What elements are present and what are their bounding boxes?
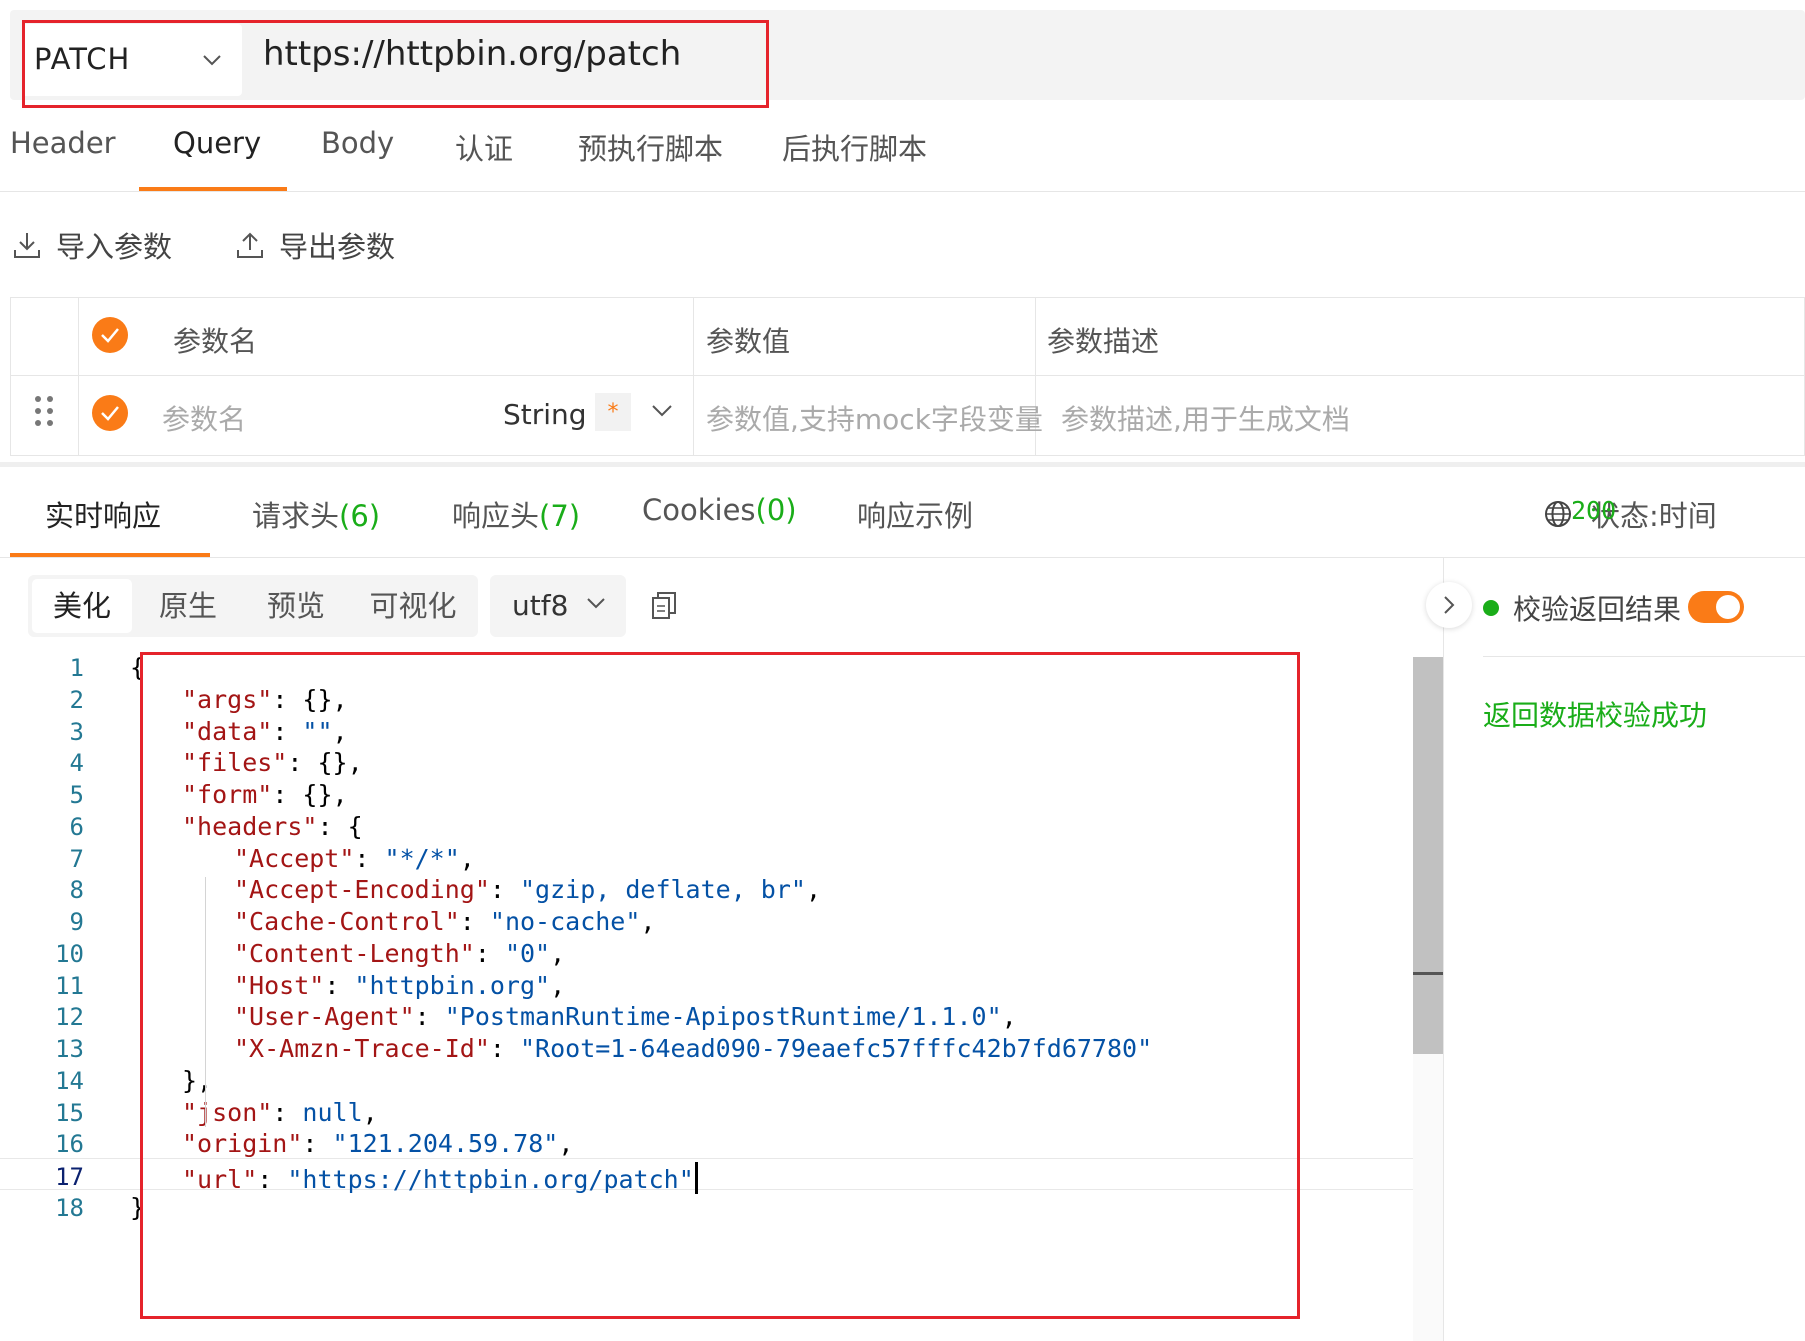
line-number: 17 bbox=[55, 1163, 84, 1191]
line-number: 10 bbox=[55, 939, 84, 968]
chevron-down-icon bbox=[587, 598, 605, 609]
line-number: 15 bbox=[55, 1098, 84, 1127]
import-params-label: 导入参数 bbox=[56, 230, 173, 264]
tab-label: 响应头 bbox=[452, 499, 540, 533]
line-number: 12 bbox=[55, 1003, 84, 1032]
view-mode-switch: 美化 原生 预览 可视化 bbox=[28, 575, 478, 637]
required-toggle[interactable]: * bbox=[595, 393, 631, 431]
line-number: 13 bbox=[55, 1035, 84, 1063]
tab-body[interactable]: Body bbox=[321, 126, 394, 160]
line-number: 5 bbox=[69, 781, 84, 809]
line-number: 8 bbox=[69, 876, 84, 905]
status-dot bbox=[1483, 600, 1499, 616]
response-tabs: 实时响应 请求头(6) 响应头(7) Cookies(0) 响应示例 状态: 2… bbox=[0, 476, 1805, 558]
encoding-value: utf8 bbox=[512, 589, 569, 622]
line-number: 14 bbox=[55, 1066, 84, 1095]
export-params-label: 导出参数 bbox=[279, 230, 396, 264]
editor-scrollbar-thumb[interactable] bbox=[1413, 657, 1443, 1054]
tab-post-script[interactable]: 后执行脚本 bbox=[782, 126, 927, 168]
column-header-desc: 参数描述 bbox=[1047, 325, 1160, 358]
params-row: 参数名 String * 参数值,支持mock字段变量 参数描述,用于生成文档 bbox=[11, 376, 1804, 454]
param-name-input[interactable]: 参数名 bbox=[162, 398, 246, 438]
param-desc-input[interactable]: 参数描述,用于生成文档 bbox=[1061, 398, 1350, 438]
panel-splitter[interactable] bbox=[0, 462, 1805, 467]
copy-icon[interactable] bbox=[650, 590, 678, 622]
tab-cookies[interactable]: Cookies(0) bbox=[642, 493, 797, 527]
tab-pre-script[interactable]: 预执行脚本 bbox=[578, 126, 723, 168]
count-badge: (6) bbox=[339, 499, 381, 533]
divider bbox=[1483, 656, 1805, 657]
globe-icon[interactable] bbox=[1543, 499, 1573, 529]
status-area: 状态: 200 时间 bbox=[1543, 493, 1717, 535]
param-value-input[interactable]: 参数值,支持mock字段变量 bbox=[706, 398, 1043, 438]
tab-response-examples[interactable]: 响应示例 bbox=[857, 493, 973, 535]
pane-divider[interactable] bbox=[1443, 558, 1444, 1341]
line-number: 16 bbox=[55, 1130, 84, 1159]
column-header-value: 参数值 bbox=[706, 325, 791, 358]
line-number: 11 bbox=[55, 971, 84, 1000]
line-number: 3 bbox=[69, 717, 84, 746]
scrollbar-marker bbox=[1413, 972, 1443, 975]
params-table: 参数名 参数值 参数描述 参数名 String * 参数值,支持mock字段变量… bbox=[10, 297, 1805, 456]
line-number: 2 bbox=[69, 685, 84, 714]
chevron-down-icon[interactable] bbox=[651, 404, 673, 418]
line-number: 6 bbox=[69, 812, 84, 841]
view-mode-pretty[interactable]: 美化 bbox=[32, 579, 132, 633]
download-icon bbox=[14, 233, 40, 258]
upload-icon bbox=[237, 232, 263, 258]
tab-label: 请求头 bbox=[252, 499, 340, 533]
tab-query[interactable]: Query bbox=[173, 126, 261, 160]
count-badge: (0) bbox=[755, 493, 797, 527]
tab-label: Cookies bbox=[642, 493, 756, 527]
line-number: 9 bbox=[69, 908, 84, 936]
view-mode-preview[interactable]: 预览 bbox=[246, 579, 346, 633]
collapse-panel-button[interactable] bbox=[1426, 582, 1472, 628]
request-tabs: Header Query Body 认证 预执行脚本 后执行脚本 bbox=[0, 112, 1805, 192]
column-header-name: 参数名 bbox=[173, 325, 258, 358]
export-params-button[interactable]: 导出参数 bbox=[235, 222, 395, 268]
toggle-knob bbox=[1716, 595, 1740, 619]
tab-realtime-response[interactable]: 实时响应 bbox=[45, 493, 161, 535]
select-all-checkbox[interactable] bbox=[92, 317, 128, 353]
tab-response-headers[interactable]: 响应头(7) bbox=[452, 493, 580, 535]
view-mode-visualize[interactable]: 可视化 bbox=[354, 579, 472, 633]
validation-row: 校验返回结果 bbox=[1483, 588, 1681, 628]
tab-request-headers[interactable]: 请求头(6) bbox=[252, 493, 380, 535]
line-number: 18 bbox=[55, 1193, 84, 1222]
line-number: 7 bbox=[69, 844, 84, 873]
chevron-right-icon bbox=[1444, 596, 1455, 614]
import-params-button[interactable]: 导入参数 bbox=[12, 222, 172, 268]
response-highlight-box bbox=[140, 652, 1300, 1319]
validation-toggle[interactable] bbox=[1688, 591, 1744, 623]
check-icon bbox=[101, 328, 119, 343]
line-number: 1 bbox=[69, 654, 84, 682]
row-checkbox[interactable] bbox=[92, 395, 128, 431]
params-header-row: 参数名 参数值 参数描述 bbox=[11, 298, 1804, 376]
validation-message: 返回数据校验成功 bbox=[1483, 699, 1708, 732]
validation-label: 校验返回结果 bbox=[1513, 593, 1682, 626]
tab-header[interactable]: Header bbox=[10, 126, 116, 160]
active-tab-indicator bbox=[139, 187, 287, 191]
param-type-select[interactable]: String bbox=[503, 398, 587, 431]
drag-handle-icon[interactable] bbox=[35, 396, 57, 430]
time-label: 时间 bbox=[1658, 499, 1717, 533]
encoding-select[interactable]: utf8 bbox=[490, 575, 626, 637]
line-number: 4 bbox=[69, 749, 84, 778]
url-highlight-box bbox=[22, 20, 769, 108]
count-badge: (7) bbox=[539, 499, 581, 533]
view-mode-raw[interactable]: 原生 bbox=[138, 579, 238, 633]
check-icon bbox=[101, 406, 119, 421]
active-tab-indicator bbox=[10, 553, 210, 557]
status-code: 200 bbox=[1571, 496, 1617, 525]
tab-auth[interactable]: 认证 bbox=[455, 126, 513, 168]
